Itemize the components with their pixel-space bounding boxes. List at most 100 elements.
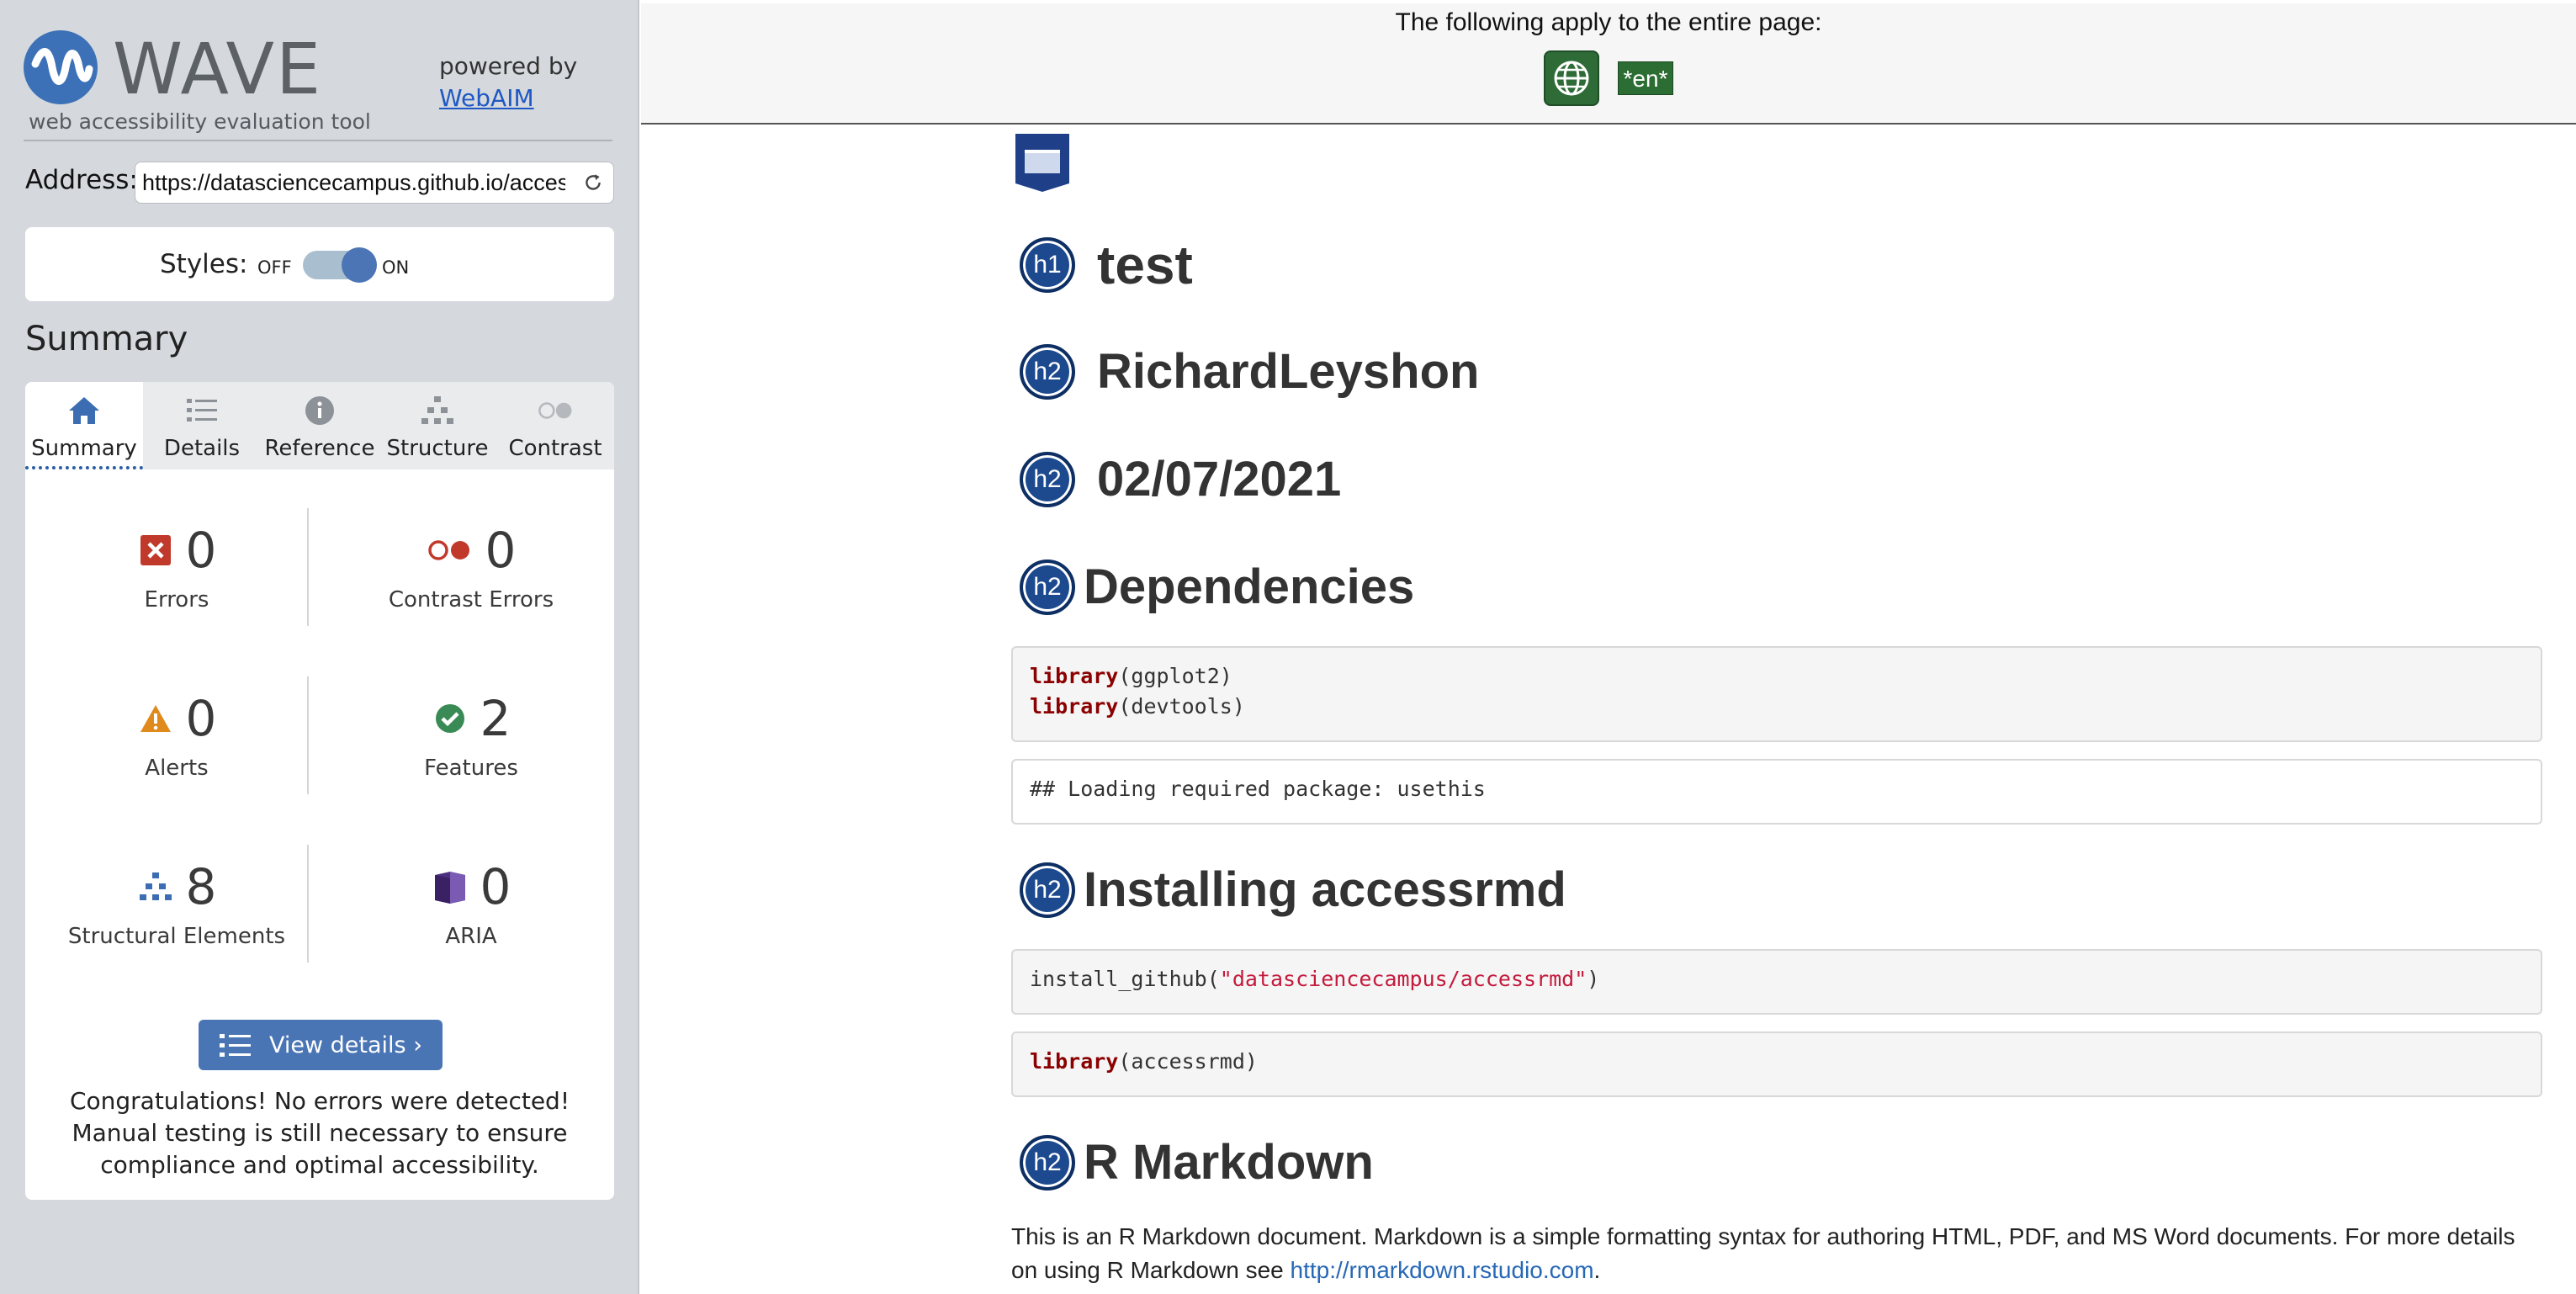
list-icon [220, 1034, 251, 1057]
banner-icons: *en* [641, 50, 2576, 106]
heading-installing-text: Installing accessrmd [1084, 862, 1566, 917]
tab-structure[interactable]: Structure [379, 382, 496, 469]
address-input[interactable] [135, 162, 572, 204]
styles-panel: Styles: OFF ON [25, 227, 614, 301]
contrast-icon [537, 394, 574, 427]
summary-title: Summary [25, 320, 188, 358]
structure-header-icon[interactable] [1013, 131, 1072, 197]
stat-aria[interactable]: 0 ARIA [337, 853, 606, 988]
styles-toggle[interactable] [303, 247, 377, 283]
h2-badge-icon[interactable]: h2 [1020, 862, 1075, 918]
stat-structural[interactable]: 8 Structural Elements [42, 853, 311, 988]
language-globe-icon[interactable] [1543, 50, 1599, 106]
h2-badge-icon[interactable]: h2 [1020, 1134, 1075, 1191]
page-preview: The following apply to the entire page: … [641, 0, 2576, 1294]
stat-features[interactable]: 2 Features [337, 685, 606, 819]
features-count: 2 [480, 690, 511, 747]
styles-label: Styles: [160, 249, 248, 279]
tab-details-label: Details [163, 436, 241, 461]
heading-rmarkdown: h2 R Markdown [1020, 1134, 1374, 1191]
code-arg: (ggplot2) [1118, 664, 1232, 688]
errors-label: Errors [144, 587, 209, 613]
heading-author-text: RichardLeyshon [1097, 344, 1480, 399]
features-label: Features [424, 756, 518, 781]
heading-rmarkdown-text: R Markdown [1084, 1135, 1374, 1190]
aria-label: ARIA [445, 924, 497, 949]
tab-summary-label: Summary [31, 436, 137, 461]
tab-reference[interactable]: Reference [261, 382, 379, 469]
summary-panel: Summary Details Reference Structure Cont… [25, 382, 614, 1200]
webaim-link[interactable]: WebAIM [439, 82, 577, 114]
code-keyword: library [1030, 664, 1119, 688]
panel-tabs: Summary Details Reference Structure Cont… [25, 382, 614, 469]
stat-contrast-errors[interactable]: 0 Contrast Errors [337, 517, 606, 651]
heading-date: h2 02/07/2021 [1020, 451, 1341, 507]
alerts-label: Alerts [145, 756, 209, 781]
banner-text: The following apply to the entire page: [1395, 8, 1822, 36]
home-icon [66, 394, 103, 427]
h2-badge-icon[interactable]: h2 [1020, 451, 1075, 507]
styles-toggle-knob [342, 247, 377, 283]
alert-icon [137, 700, 174, 737]
structure-icon [137, 868, 174, 905]
styles-on-label: ON [382, 257, 410, 278]
tab-contrast[interactable]: Contrast [496, 382, 614, 469]
errors-count: 0 [185, 522, 217, 579]
code-keyword: library [1030, 694, 1119, 719]
page-wide-banner: The following apply to the entire page: … [641, 3, 2576, 125]
wave-logo-icon [24, 30, 98, 104]
view-details-button[interactable]: View details › [199, 1020, 443, 1070]
language-tag: *en* [1617, 61, 1674, 95]
list-icon [183, 394, 220, 427]
powered-by: powered by WebAIM [439, 50, 577, 114]
code-block-library: library(accessrmd) [1011, 1031, 2542, 1097]
paragraph-text: This is an R Markdown document. Markdown… [1011, 1223, 2515, 1283]
code-block-install: install_github("datasciencecampus/access… [1011, 949, 2542, 1015]
wave-brand: WAVE web accessibility evaluation tool p… [24, 25, 612, 141]
code-arg: (devtools) [1118, 694, 1245, 719]
error-icon [137, 532, 174, 569]
h1-badge-icon[interactable]: h1 [1020, 237, 1075, 293]
code-arg: (accessrmd) [1118, 1049, 1258, 1074]
tab-summary[interactable]: Summary [25, 382, 143, 469]
structural-label: Structural Elements [67, 924, 286, 949]
hierarchy-icon [419, 394, 456, 427]
h2-badge-icon[interactable]: h2 [1020, 343, 1075, 400]
stat-errors[interactable]: 0 Errors [42, 517, 311, 651]
wave-brand-name: WAVE [113, 28, 323, 110]
wave-tagline: web accessibility evaluation tool [29, 109, 371, 134]
address-label: Address: [25, 165, 138, 195]
code-block-dependencies: library(ggplot2) library(devtools) [1011, 646, 2542, 742]
code-close: ) [1587, 967, 1600, 991]
aria-count: 0 [480, 858, 511, 915]
heading-dependencies: h2 Dependencies [1020, 559, 1414, 615]
powered-by-label: powered by [439, 52, 578, 80]
heading-author: h2 RichardLeyshon [1020, 343, 1479, 400]
rmarkdown-link[interactable]: http://rmarkdown.rstudio.com [1291, 1257, 1594, 1283]
code-keyword: library [1030, 1049, 1119, 1074]
styles-off-label: OFF [257, 257, 292, 278]
heading-installing: h2 Installing accessrmd [1020, 862, 1566, 918]
tab-details[interactable]: Details [143, 382, 261, 469]
contrast-error-icon [427, 532, 474, 569]
heading-date-text: 02/07/2021 [1097, 452, 1342, 506]
alerts-count: 0 [185, 690, 217, 747]
view-details-label: View details › [269, 1031, 422, 1058]
congrats-message: Congratulations! No errors were detected… [69, 1087, 570, 1179]
code-output-text: ## Loading required package: usethis [1030, 777, 1486, 801]
aria-icon [432, 868, 469, 905]
tab-structure-label: Structure [386, 436, 489, 461]
feature-icon [432, 700, 469, 737]
code-string: "datasciencecampus/accessrmd" [1219, 967, 1587, 991]
stat-alerts[interactable]: 0 Alerts [42, 685, 311, 819]
structural-count: 8 [185, 858, 217, 915]
wave-sidebar: WAVE web accessibility evaluation tool p… [0, 0, 639, 1294]
heading-dependencies-text: Dependencies [1084, 559, 1415, 614]
heading-title-text: test [1097, 235, 1193, 295]
heading-title: h1 test [1020, 234, 1193, 296]
reload-icon [585, 174, 601, 190]
address-row: Address: [25, 162, 614, 204]
reload-button[interactable] [572, 162, 614, 204]
h2-badge-icon[interactable]: h2 [1020, 559, 1075, 615]
info-icon [301, 394, 338, 427]
